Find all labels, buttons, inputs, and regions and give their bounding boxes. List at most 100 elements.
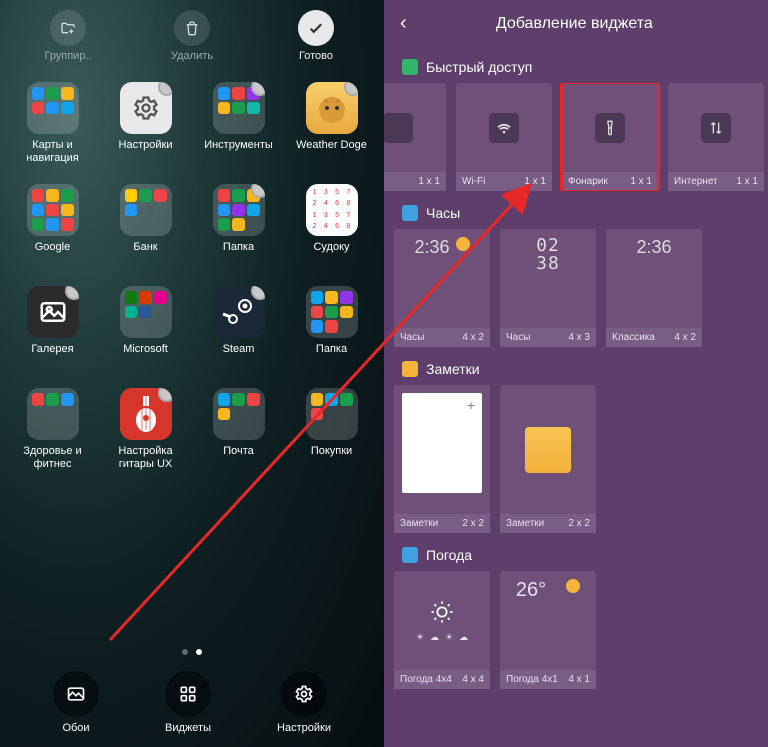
- widget-size: 1 x 1: [524, 176, 546, 187]
- widgets-label: Виджеты: [165, 722, 211, 734]
- widget-picker-header: ‹ Добавление виджета: [384, 0, 768, 47]
- app-label: Настройка гитары UX: [101, 445, 190, 470]
- widget-footer: Заметки2 x 2: [394, 514, 490, 533]
- widget-name: Классика: [612, 332, 655, 343]
- app-microsoft[interactable]: Microsoft: [101, 286, 190, 374]
- folder-icon: [120, 286, 172, 338]
- widget-row-notes[interactable]: Заметки2 x 2Заметки2 x 2: [384, 385, 768, 533]
- widget-row-weather[interactable]: ☀☁☀☁Погода 4x44 x 426°Погода 4x14 x 1: [384, 571, 768, 689]
- app-настройки[interactable]: Настройки: [101, 82, 190, 170]
- app-папка[interactable]: Папка: [194, 184, 283, 272]
- done-button[interactable]: Готово: [271, 10, 361, 62]
- widget-size: 4 x 1: [568, 674, 590, 685]
- section-header: Погода: [384, 541, 768, 571]
- widgets-button[interactable]: Виджеты: [165, 671, 211, 734]
- widget-card[interactable]: …1 x 1: [384, 83, 446, 191]
- widget-card[interactable]: 26°Погода 4x14 x 1: [500, 571, 596, 689]
- trash-icon: [174, 10, 210, 46]
- section-title: Часы: [426, 205, 460, 221]
- widget-card[interactable]: 0238Часы4 x 3: [500, 229, 596, 347]
- data-icon: [701, 113, 731, 143]
- section-header: Быстрый доступ: [384, 53, 768, 83]
- widget-footer: Классика 4 x 2: [606, 328, 702, 347]
- section-title: Быстрый доступ: [426, 59, 532, 75]
- app-weather-doge[interactable]: Weather Doge: [287, 82, 376, 170]
- app-label: Weather Doge: [296, 139, 367, 152]
- app-label: Галерея: [31, 343, 73, 356]
- back-icon[interactable]: ‹: [400, 12, 407, 35]
- app-steam[interactable]: Steam: [194, 286, 283, 374]
- widget-row-quick[interactable]: …1 x 1Wi-Fi1 x 1Фонарик1 x 1Интернет1 x …: [384, 83, 768, 191]
- home-editor-panel: Группир.. Удалить Готово Карты и навигац…: [0, 0, 384, 747]
- editor-bottom-bar: Обои Виджеты Настройки: [0, 663, 384, 747]
- folder-icon: [213, 82, 265, 134]
- app-банк[interactable]: Банк: [101, 184, 190, 272]
- app-папка[interactable]: Папка: [287, 286, 376, 374]
- widget-card[interactable]: 2:36Часы4 x 2: [394, 229, 490, 347]
- widget-card[interactable]: Интернет1 x 1: [668, 83, 764, 191]
- widget-name: Wi-Fi: [462, 176, 485, 187]
- app-судоку[interactable]: 1357246813572468Судоку: [287, 184, 376, 272]
- widget-row-clock[interactable]: 2:36Часы4 x 20238Часы4 x 32:36 Классика 4 …: [384, 229, 768, 347]
- widget-size: 2 x 2: [462, 518, 484, 529]
- app-карты-и-навигация[interactable]: Карты и навигация: [8, 82, 97, 170]
- wifi-icon: [489, 113, 519, 143]
- widget-card[interactable]: Фонарик 1 x 1: [562, 83, 658, 191]
- widget-card[interactable]: Wi-Fi 1 x 1: [456, 83, 552, 191]
- app-label: Банк: [133, 241, 157, 254]
- widget-name: Фонарик: [568, 176, 608, 187]
- gallery-icon: [27, 286, 79, 338]
- app-label: Google: [35, 241, 70, 254]
- widget-card[interactable]: Заметки2 x 2: [500, 385, 596, 533]
- delete-label: Удалить: [171, 50, 213, 62]
- widget-picker-title: Добавление виджета: [421, 15, 728, 33]
- app-галерея[interactable]: Галерея: [8, 286, 97, 374]
- widget-preview: 2:36: [394, 229, 490, 328]
- widget-name: Интернет: [674, 176, 718, 187]
- widget-size: 4 x 2: [674, 332, 696, 343]
- delete-button[interactable]: Удалить: [147, 10, 237, 62]
- widget-footer: …1 x 1: [384, 172, 446, 191]
- widget-name: Погода 4x1: [506, 674, 558, 685]
- widget-footer: Заметки2 x 2: [500, 514, 596, 533]
- folder-icon: [213, 388, 265, 440]
- widget-card[interactable]: 2:36Классика4 x 2: [606, 229, 702, 347]
- folder-icon: [27, 82, 79, 134]
- app-label: Судоку: [313, 241, 349, 254]
- app-покупки[interactable]: Покупки: [287, 388, 376, 476]
- widget-preview: [500, 385, 596, 514]
- settings-label: Настройки: [277, 722, 331, 734]
- app-label: Настройки: [119, 139, 173, 152]
- widget-size: 1 x 1: [418, 176, 440, 187]
- widget-card[interactable]: ☀☁☀☁Погода 4x44 x 4: [394, 571, 490, 689]
- widgets-icon: [165, 671, 211, 717]
- widget-name: Заметки: [506, 518, 544, 529]
- app-инструменты[interactable]: Инструменты: [194, 82, 283, 170]
- folder-icon: [306, 286, 358, 338]
- selection-badge: [158, 82, 172, 96]
- app-почта[interactable]: Почта: [194, 388, 283, 476]
- group-button[interactable]: Группир..: [23, 10, 113, 62]
- app-настройка-гитары-ux[interactable]: Настройка гитары UX: [101, 388, 190, 476]
- widget-preview: [668, 83, 764, 172]
- app-label: Карты и навигация: [8, 139, 97, 164]
- section-color-chip: [402, 205, 418, 221]
- section-header: Часы: [384, 199, 768, 229]
- section-title: Погода: [426, 547, 472, 563]
- doge-icon: [306, 82, 358, 134]
- app-здоровье-и-фитнес[interactable]: Здоровье и фитнес: [8, 388, 97, 476]
- widget-card[interactable]: Заметки2 x 2: [394, 385, 490, 533]
- app-google[interactable]: Google: [8, 184, 97, 272]
- wallpaper-button[interactable]: Обои: [53, 671, 99, 734]
- widget-size: 1 x 1: [630, 176, 652, 187]
- app-label: Почта: [223, 445, 254, 458]
- gear-icon: [281, 671, 327, 717]
- widget-name: Погода 4x4: [400, 674, 452, 685]
- widget-footer: Wi-Fi 1 x 1: [456, 172, 552, 191]
- settings-button[interactable]: Настройки: [277, 671, 331, 734]
- gear-icon: [120, 82, 172, 134]
- guitar-icon: [120, 388, 172, 440]
- section-quick-access: Быстрый доступ …1 x 1 Wi-Fi 1 x 1 Фонарик 1 …: [384, 47, 768, 193]
- folder-icon: [27, 388, 79, 440]
- section-title: Заметки: [426, 361, 480, 377]
